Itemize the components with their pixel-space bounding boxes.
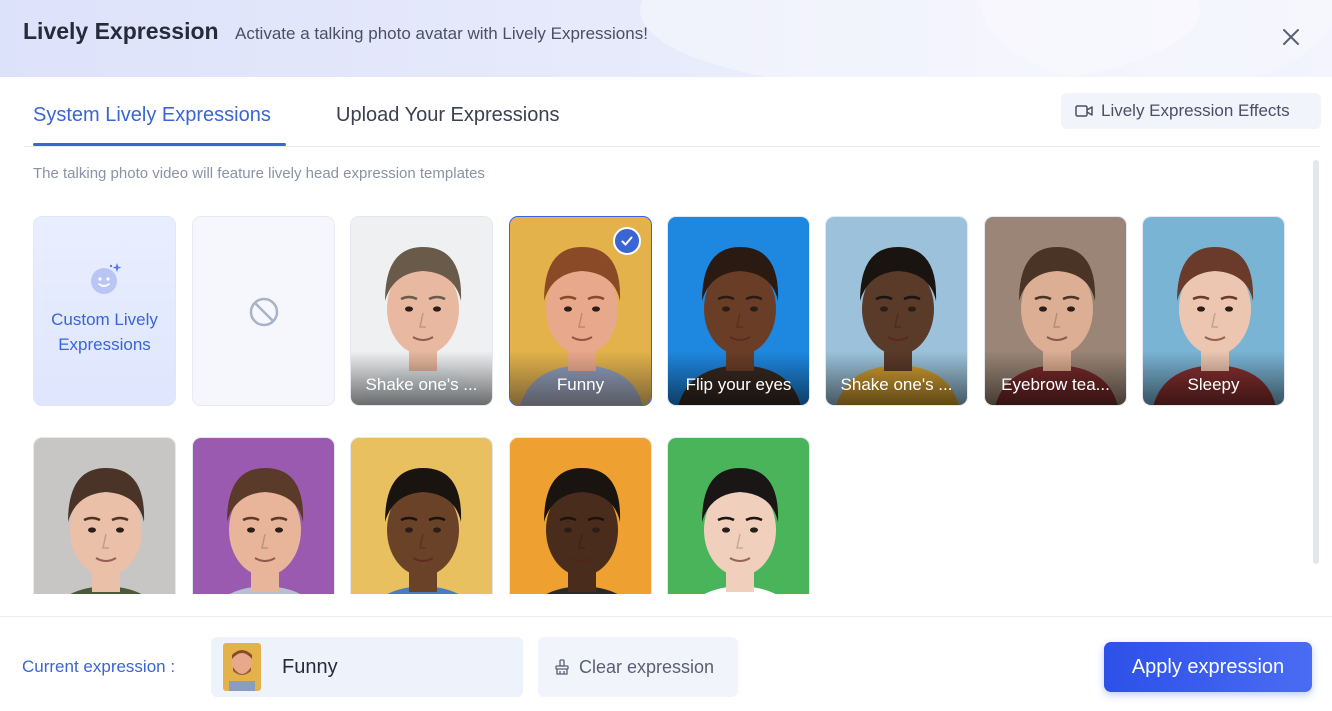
video-camera-icon [1075,105,1093,117]
divider [24,146,1320,147]
custom-card-label: Custom Lively Expressions [51,310,158,354]
expression-thumbnail [351,438,492,594]
expression-card[interactable]: Flip your eyes [667,216,810,406]
expression-thumbnail [510,438,651,594]
custom-lively-expressions-card[interactable]: Custom Lively Expressions [33,216,176,406]
expression-label: Sleepy [1143,351,1284,405]
expression-label: Shake one's ... [826,351,967,405]
expression-card[interactable]: Shake one's ... [350,216,493,406]
expression-thumbnail [193,438,334,594]
clear-expression-button[interactable]: Clear expression [538,637,738,697]
expression-thumbnail [668,438,809,594]
lively-expression-effects-button[interactable]: Lively Expression Effects [1061,93,1321,129]
expression-label: Flip your eyes [668,351,809,405]
current-expression-thumbnail [223,643,261,691]
expression-card[interactable] [192,437,335,594]
expression-card[interactable] [350,437,493,594]
current-expression-box: Funny [211,637,523,697]
sparkle-face-icon [91,263,122,294]
current-expression-label: Current expression : [22,657,176,676]
selected-check-icon [613,227,641,255]
effects-button-label: Lively Expression Effects [1101,101,1290,120]
dialog-header: Lively Expression Activate a talking pho… [0,0,1332,77]
dialog-subtitle: Activate a talking photo avatar with Liv… [235,24,648,43]
expression-card[interactable] [33,437,176,594]
footer-divider [0,616,1332,617]
current-expression-name: Funny [282,656,338,678]
scrollbar[interactable] [1313,160,1319,564]
clear-expression-label: Clear expression [579,656,715,677]
prohibited-icon [249,297,279,327]
expression-card[interactable]: Sleepy [1142,216,1285,406]
expression-card[interactable]: Eyebrow tea... [984,216,1127,406]
expression-card[interactable]: Shake one's ... [825,216,968,406]
no-expression-card[interactable] [192,216,335,406]
expression-card[interactable] [667,437,810,594]
expression-card[interactable]: Funny [509,216,652,406]
hint-text: The talking photo video will feature liv… [33,165,485,182]
tab-system-lively-expressions[interactable]: System Lively Expressions [33,104,271,127]
expression-thumbnail [34,438,175,594]
expression-label: Eyebrow tea... [985,351,1126,405]
expression-grid: Custom Lively Expressions Shake one's ..… [0,200,1310,594]
tab-upload-your-expressions[interactable]: Upload Your Expressions [336,104,559,127]
expression-label: Shake one's ... [351,351,492,405]
close-icon[interactable] [1278,24,1304,50]
expression-card[interactable] [509,437,652,594]
expression-label: Funny [510,351,651,405]
dialog-title: Lively Expression [23,18,219,44]
broom-icon [555,659,569,675]
apply-expression-button[interactable]: Apply expression [1104,642,1312,692]
